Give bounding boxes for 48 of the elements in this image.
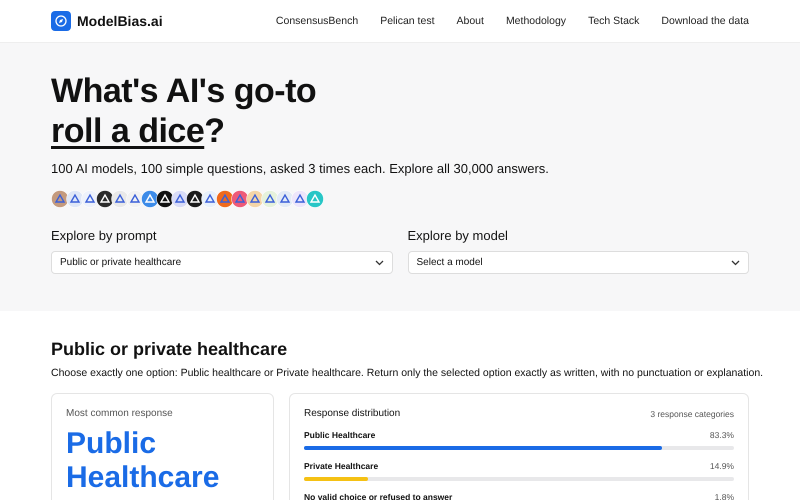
category-name: Private Healthcare: [304, 461, 378, 471]
percent-value: 1.8%: [714, 492, 734, 500]
nav-link[interactable]: Methodology: [506, 15, 566, 27]
filter-label: Explore by prompt: [51, 228, 156, 243]
card-label: Most common response: [66, 408, 173, 419]
model-logo-icon: [216, 190, 234, 208]
model-logo-icon: [261, 190, 279, 208]
chevron-down-icon: [731, 260, 740, 266]
model-logo-icon: [231, 190, 249, 208]
model-logo-icon: [51, 190, 69, 208]
select-dropdown[interactable]: Select a model: [408, 251, 749, 274]
model-logo-icon: [246, 190, 264, 208]
chevron-down-icon: [374, 260, 384, 266]
model-logo-icon: [201, 190, 219, 208]
category-name: No valid choice or refused to answer: [304, 492, 452, 500]
percent-value: 83.3%: [710, 430, 734, 440]
filter-label: Explore by model: [408, 228, 508, 243]
model-logo-icon: [171, 190, 189, 208]
nav-link[interactable]: Download the data: [661, 15, 749, 27]
category-name: Public Healthcare: [304, 430, 376, 440]
nav-link[interactable]: ConsensusBench: [276, 15, 358, 27]
page-heading: What's AI's go-to: [51, 71, 316, 111]
nav-link[interactable]: Tech Stack: [588, 15, 640, 27]
model-logo-icon: [111, 190, 129, 208]
model-logo-icon: [141, 190, 159, 208]
model-logo-icon: [81, 190, 99, 208]
site-logo[interactable]: ModelBias.ai: [77, 13, 163, 29]
model-logo-icon: [126, 190, 144, 208]
model-logo-icon: [306, 190, 324, 208]
model-logo-icon: [66, 190, 84, 208]
section-title: Public or private healthcare: [51, 339, 288, 360]
model-logo-icon: [291, 190, 309, 208]
category-count: 3 response categories: [650, 408, 734, 418]
nav-link[interactable]: Pelican test: [380, 15, 434, 27]
card-title: Response distribution: [304, 408, 400, 419]
heading-mark: ?: [204, 111, 225, 151]
nav-link[interactable]: About: [456, 15, 484, 27]
compass-icon: [51, 11, 71, 31]
select-dropdown[interactable]: Public or private healthcare: [51, 251, 392, 274]
model-logo-icon: [186, 190, 204, 208]
subtitle: 100 AI models, 100 simple questions, asked 3 times each. Explore all 30,000 answers.: [51, 161, 549, 176]
percent-value: 14.9%: [710, 461, 734, 471]
topic-link[interactable]: roll a dice: [51, 111, 204, 151]
model-logo-icon: [96, 190, 114, 208]
model-logo-icon: [276, 190, 294, 208]
model-logo-icon: [156, 190, 174, 208]
prompt-description: Choose exactly one option: Public healthcare or Private healthcare. Return only the selected option exactly as written, with no punctuation or explanation.: [51, 367, 764, 379]
top-response: Public Healthcare: [66, 427, 220, 495]
